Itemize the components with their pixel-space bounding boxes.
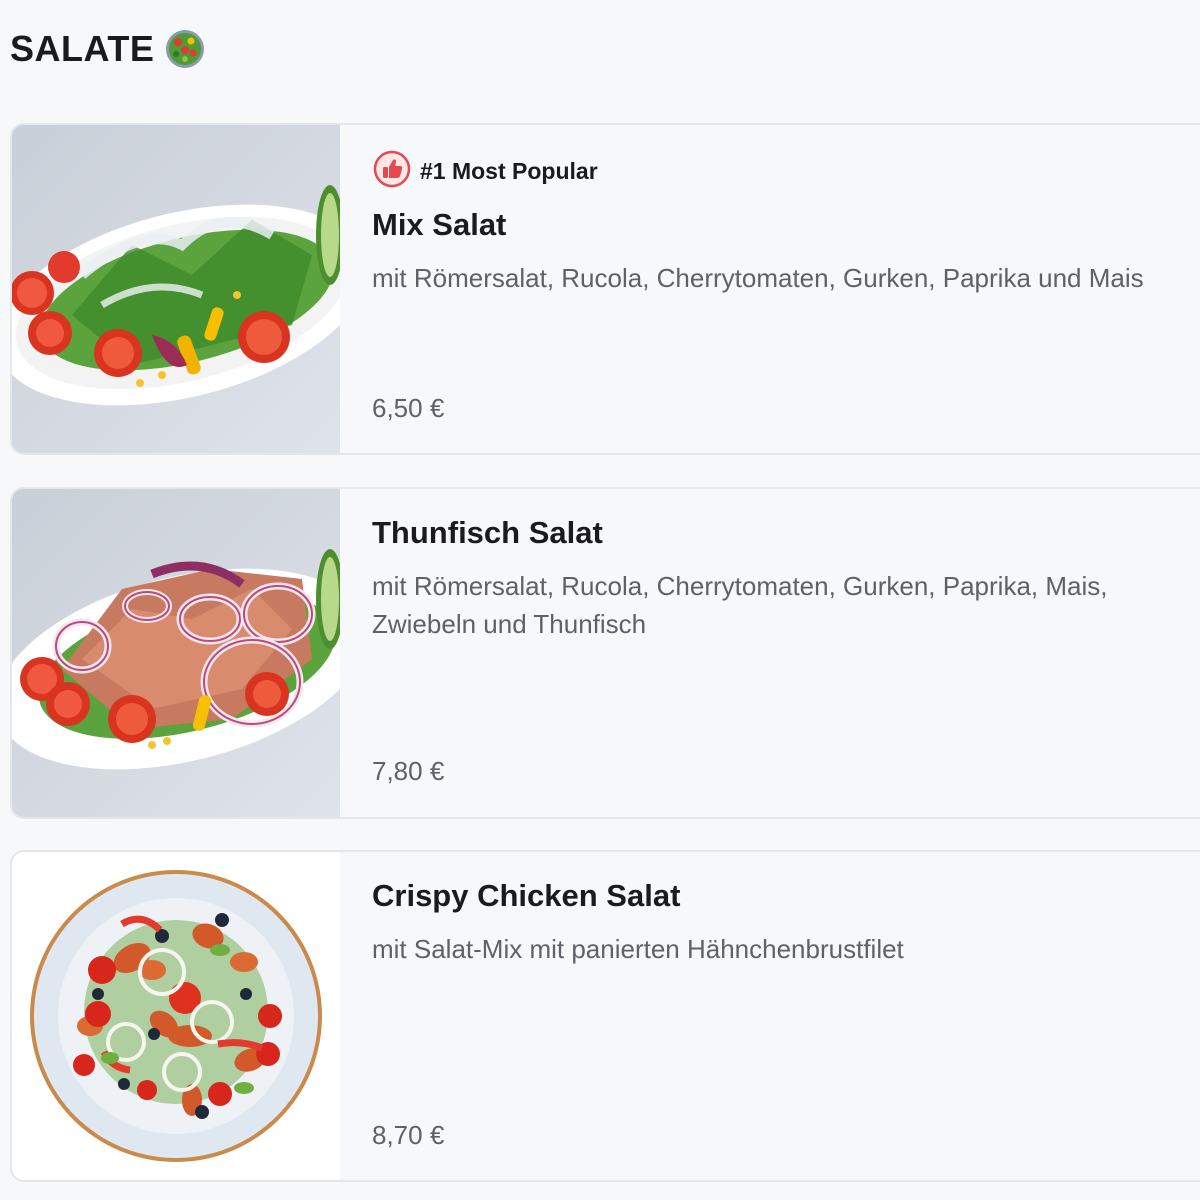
mix-salad-image [12, 125, 340, 453]
description-line: mit Salat-Mix mit panierten Hähnchenbrus… [372, 934, 904, 964]
item-name: Mix Salat [372, 207, 507, 242]
description-line: Zwiebeln und Thunfisch [372, 609, 647, 639]
menu-item-card[interactable]: #1 Most Popular Mix Salat mit Römersalat… [10, 123, 1200, 455]
description-line: mit Römersalat, Rucola, Cherrytomaten, G… [372, 571, 1108, 601]
item-description: mit Salat-Mix mit panierten Hähnchenbrus… [372, 930, 904, 968]
description-line: mit Römersalat, Rucola, Cherrytomaten, G… [372, 263, 1144, 293]
item-name: Thunfisch Salat [372, 515, 603, 550]
menu-item-info: Crispy Chicken Salat mit Salat-Mix mit p… [340, 852, 1200, 1180]
menu-page: SALATE #1 Most Popular Mix Salat mit Röm… [0, 0, 1200, 1200]
menu-item-info: #1 Most Popular Mix Salat mit Römersalat… [340, 125, 1200, 453]
menu-item-card[interactable]: Thunfisch Salat mit Römersalat, Rucola, … [10, 487, 1200, 819]
item-name: Crispy Chicken Salat [372, 878, 681, 913]
item-description: mit Römersalat, Rucola, Cherrytomaten, G… [372, 259, 1144, 297]
item-description: mit Römersalat, Rucola, Cherrytomaten, G… [372, 567, 1107, 643]
item-price: 8,70 € [372, 1120, 445, 1150]
menu-item-card[interactable]: Crispy Chicken Salat mit Salat-Mix mit p… [10, 850, 1200, 1182]
item-price: 7,80 € [372, 756, 445, 786]
menu-item-info: Thunfisch Salat mit Römersalat, Rucola, … [340, 489, 1200, 817]
item-price: 6,50 € [372, 393, 445, 423]
thumbs-up-icon [372, 149, 412, 194]
section-title: SALATE [10, 28, 155, 69]
popular-badge: #1 Most Popular [372, 149, 598, 194]
badge-label: #1 Most Popular [420, 158, 598, 184]
crispy-chicken-salad-image [12, 852, 340, 1180]
section-header: SALATE [10, 26, 206, 72]
tuna-salad-image [12, 489, 340, 817]
salad-bowl-icon [164, 28, 206, 70]
